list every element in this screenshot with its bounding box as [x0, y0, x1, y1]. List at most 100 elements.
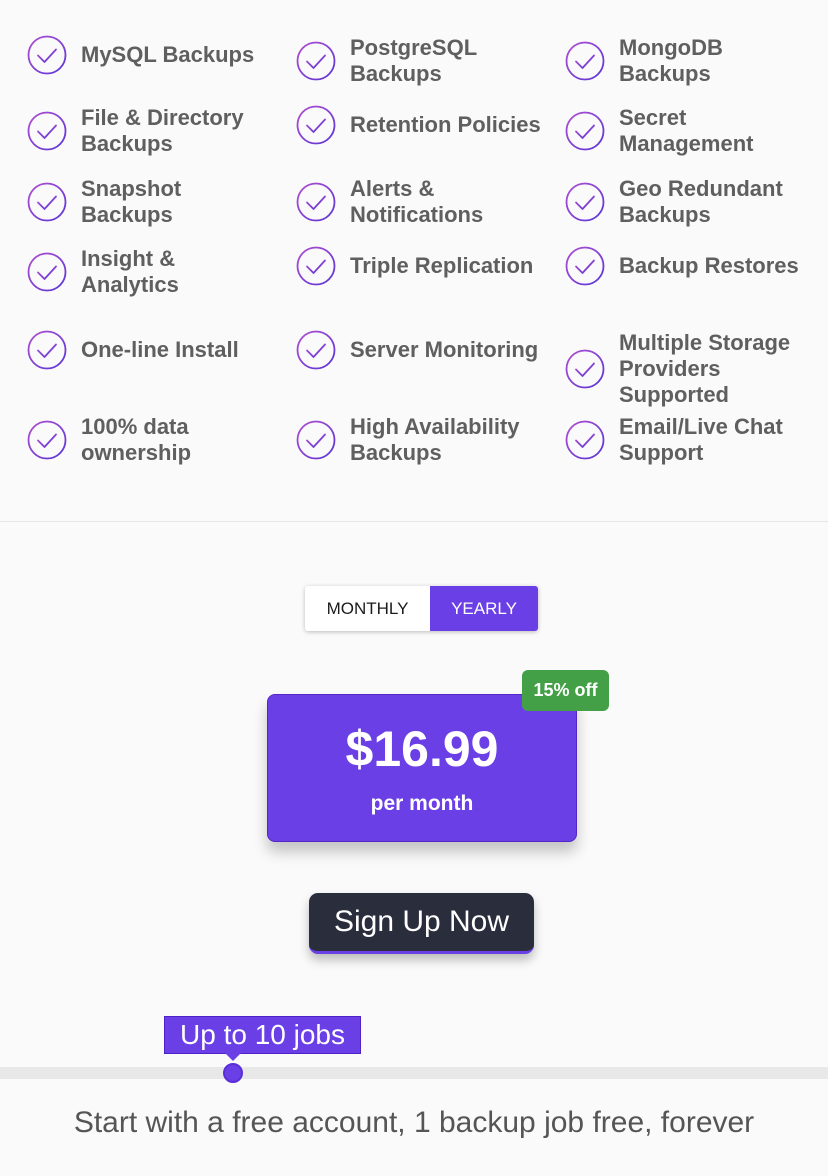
jobs-slider-track[interactable]	[0, 1067, 828, 1079]
feature-label-line: MySQL Backups	[81, 42, 255, 67]
feature-label-line: Triple Replication	[350, 253, 534, 278]
feature-label: MySQL Backups	[81, 42, 254, 68]
feature-label-line: Support	[619, 440, 704, 465]
feature-label-line: PostgreSQL	[350, 35, 478, 60]
feature-label-line: Backups	[350, 61, 442, 86]
feature-label: Retention Policies	[350, 112, 541, 138]
feature-label: File & Directory Backups	[81, 105, 244, 157]
checkmark-circle-icon	[27, 330, 67, 370]
feature-label-line: Management	[619, 131, 754, 156]
checkmark-circle-icon	[296, 41, 336, 81]
checkmark-circle-icon	[565, 41, 605, 81]
feature-item: High Availability Backups	[296, 414, 551, 466]
checkmark-circle-icon	[565, 111, 605, 151]
feature-label-line: Analytics	[81, 272, 179, 297]
jobs-slider-handle[interactable]	[223, 1063, 243, 1083]
feature-label-line: Backups	[81, 131, 173, 156]
feature-item: Insight & Analytics	[27, 246, 282, 298]
feature-label: Triple Replication	[350, 253, 533, 279]
checkmark-circle-icon	[565, 349, 605, 389]
feature-item: File & Directory Backups	[27, 105, 282, 157]
feature-label: MongoDB Backups	[619, 35, 723, 87]
feature-item: MongoDB Backups	[565, 35, 820, 87]
feature-label: Server Monitoring	[350, 337, 538, 363]
feature-label: Secret Management	[619, 105, 753, 157]
feature-item: Geo Redundant Backups	[565, 176, 820, 228]
feature-label-line: Supported	[619, 382, 729, 407]
feature-label-line: High Availability	[350, 414, 520, 439]
feature-label-line: Retention Policies	[350, 112, 541, 137]
feature-label-line: Server Monitoring	[350, 337, 539, 362]
feature-label-line: Providers	[619, 356, 721, 381]
feature-item: Snapshot Backups	[27, 176, 282, 228]
checkmark-circle-icon	[565, 182, 605, 222]
feature-label: Geo Redundant Backups	[619, 176, 783, 228]
feature-label: One-line Install	[81, 337, 239, 363]
feature-label: Alerts & Notifications	[350, 176, 483, 228]
sign-up-button[interactable]: Sign Up Now	[309, 893, 534, 954]
feature-label-line: Backup Restores	[619, 253, 799, 278]
checkmark-circle-icon	[296, 246, 336, 286]
feature-item: Alerts & Notifications	[296, 176, 551, 228]
feature-label-line: 100% data	[81, 414, 189, 439]
feature-item: Multiple Storage Providers Supported	[565, 330, 820, 408]
checkmark-circle-icon	[27, 111, 67, 151]
free-account-text: Start with a free account, 1 backup job …	[73, 1106, 755, 1139]
feature-label-line: ownership	[81, 440, 192, 465]
feature-label: PostgreSQL Backups	[350, 35, 477, 87]
feature-item: MySQL Backups	[27, 35, 282, 75]
feature-label-line: Backups	[81, 202, 173, 227]
feature-label-line: Backups	[619, 202, 711, 227]
discount-badge: 15% off	[522, 670, 609, 711]
feature-item: Triple Replication	[296, 246, 551, 286]
feature-label-line: Email/Live Chat	[619, 414, 783, 439]
checkmark-circle-icon	[296, 420, 336, 460]
checkmark-circle-icon	[27, 252, 67, 292]
billing-toggle: MONTHLY YEARLY	[305, 586, 538, 631]
slider-tooltip-arrow	[225, 1053, 241, 1061]
feature-item: Secret Management	[565, 105, 820, 157]
checkmark-circle-icon	[296, 182, 336, 222]
feature-label-line: Insight &	[81, 246, 176, 271]
feature-label: Snapshot Backups	[81, 176, 181, 228]
yearly-toggle-button[interactable]: YEARLY	[430, 586, 538, 631]
feature-item: Retention Policies	[296, 105, 551, 145]
feature-item: Server Monitoring	[296, 330, 551, 370]
checkmark-circle-icon	[27, 35, 67, 75]
feature-label-line: Multiple Storage	[619, 330, 791, 355]
feature-item: PostgreSQL Backups	[296, 35, 551, 87]
feature-label-line: Backups	[350, 440, 442, 465]
feature-label: High Availability Backups	[350, 414, 520, 466]
monthly-toggle-button[interactable]: MONTHLY	[305, 586, 430, 631]
feature-label: 100% data ownership	[81, 414, 191, 466]
feature-item: One-line Install	[27, 330, 282, 370]
features-grid: MySQL Backups PostgreSQL Backups MongoDB…	[0, 0, 828, 522]
slider-tooltip: Up to 10 jobs	[164, 1016, 361, 1054]
feature-item: Email/Live Chat Support	[565, 414, 820, 466]
feature-item: Backup Restores	[565, 246, 820, 286]
feature-label-line: Backups	[619, 61, 711, 86]
feature-label: Multiple Storage Providers Supported	[619, 330, 790, 408]
feature-label-line: Snapshot	[81, 176, 182, 201]
feature-label: Email/Live Chat Support	[619, 414, 783, 466]
feature-label-line: Geo Redundant	[619, 176, 783, 201]
feature-label-line: Alerts &	[350, 176, 435, 201]
feature-label: Insight & Analytics	[81, 246, 179, 298]
section-divider	[0, 521, 828, 522]
feature-label: Backup Restores	[619, 253, 799, 279]
feature-label-line: Notifications	[350, 202, 484, 227]
feature-label-line: Secret	[619, 105, 687, 130]
checkmark-circle-icon	[565, 246, 605, 286]
checkmark-circle-icon	[296, 330, 336, 370]
feature-label-line: One-line Install	[81, 337, 239, 362]
price-period: per month	[370, 792, 474, 815]
checkmark-circle-icon	[27, 420, 67, 460]
feature-label-line: MongoDB	[619, 35, 723, 60]
checkmark-circle-icon	[565, 420, 605, 460]
checkmark-circle-icon	[296, 105, 336, 145]
price-card: $16.99 per month	[267, 694, 577, 842]
feature-item: 100% data ownership	[27, 414, 282, 466]
feature-label-line: File & Directory	[81, 105, 244, 130]
checkmark-circle-icon	[27, 182, 67, 222]
price-amount: $16.99	[345, 721, 499, 777]
